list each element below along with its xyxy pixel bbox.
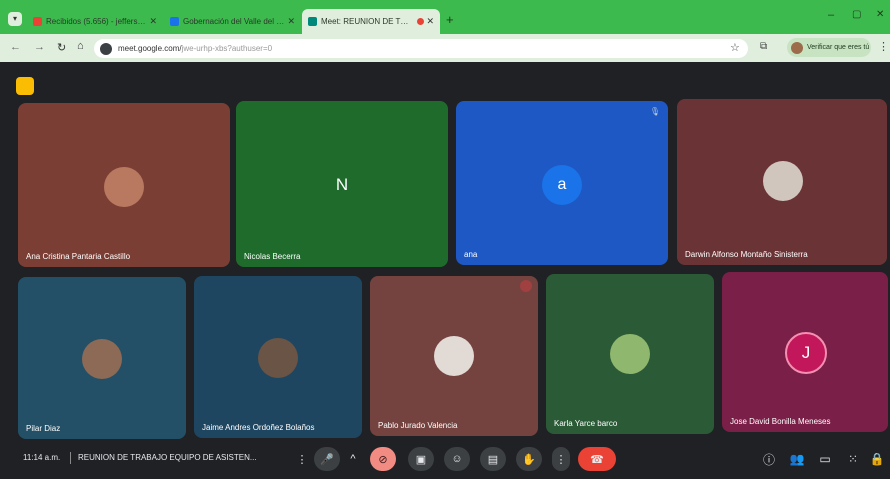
close-icon[interactable]: ✕ bbox=[287, 16, 295, 27]
close-icon[interactable]: ✕ bbox=[426, 16, 434, 27]
tab-label: Gobernación del Valle del Cauca bbox=[183, 17, 287, 26]
meet-logo-icon bbox=[16, 77, 34, 95]
participant-name: Darwin Alfonso Montaño Sinisterra bbox=[685, 250, 808, 259]
mic-muted-icon: 🎙 bbox=[649, 107, 660, 116]
captions-icon: ▤ bbox=[487, 453, 499, 466]
reactions-button[interactable]: ☺ bbox=[444, 447, 470, 471]
participant-tile[interactable]: Jaime Andres Ordoñez Bolaños bbox=[194, 276, 362, 438]
recording-icon bbox=[417, 18, 424, 25]
audio-options-icon[interactable]: ⋮ bbox=[295, 447, 309, 471]
participant-name: Jose David Bonilla Meneses bbox=[730, 417, 831, 426]
meeting-title: REUNION DE TRABAJO EQUIPO DE ASISTEN... bbox=[78, 453, 257, 462]
participant-tile[interactable]: N Nicolas Becerra bbox=[236, 101, 448, 267]
activities-icon[interactable]: ⁙ bbox=[842, 447, 864, 471]
participant-photo bbox=[763, 161, 803, 201]
participant-tile[interactable]: Pablo Jurado Valencia bbox=[370, 276, 538, 436]
meet-icon bbox=[308, 17, 317, 26]
meeting-time: 11:14 a.m. bbox=[23, 453, 61, 462]
profile-button[interactable]: Verificar que eres tú bbox=[787, 38, 871, 57]
profile-label: Verificar que eres tú bbox=[807, 44, 870, 51]
tab-label: Recibidos (5.656) - jefferson@... bbox=[46, 17, 149, 26]
participant-photo bbox=[258, 338, 298, 378]
extensions-icon[interactable]: ⧉ bbox=[760, 41, 767, 52]
participant-photo bbox=[104, 167, 144, 207]
tab-gobernacion[interactable]: Gobernación del Valle del Cauca ✕ bbox=[164, 9, 301, 34]
more-icon: ⋮ bbox=[555, 453, 567, 466]
site-info-icon[interactable] bbox=[100, 42, 112, 55]
participant-name: Jaime Andres Ordoñez Bolaños bbox=[202, 423, 315, 432]
more-options-button[interactable]: ⋮ bbox=[552, 447, 570, 471]
host-controls-icon[interactable]: 🔒 bbox=[866, 447, 888, 471]
participant-avatar: N bbox=[335, 175, 349, 194]
participant-name: ana bbox=[464, 250, 478, 259]
leave-call-button[interactable]: ☎ bbox=[578, 447, 616, 471]
camera-off-icon: ⊘ bbox=[378, 453, 388, 466]
address-bar[interactable]: meet.google.com/ jwe-urhp-xbs?authuser=0 bbox=[94, 39, 748, 58]
divider bbox=[70, 452, 71, 464]
participant-photo bbox=[82, 339, 122, 379]
maximize-icon[interactable]: ▢ bbox=[852, 9, 861, 20]
tab-meet[interactable]: Meet: REUNION DE TRAB... ✕ bbox=[302, 9, 440, 34]
tab-label: Meet: REUNION DE TRAB... bbox=[321, 17, 413, 26]
browser-menu-icon[interactable]: ⋮ bbox=[878, 40, 889, 53]
close-icon[interactable]: ✕ bbox=[149, 16, 157, 27]
tab-search-button[interactable]: ▾ bbox=[8, 12, 22, 26]
forward-icon[interactable]: → bbox=[34, 41, 45, 53]
participant-tile[interactable]: Pilar Diaz bbox=[18, 277, 186, 439]
video-options-icon[interactable]: ^ bbox=[346, 447, 360, 471]
participant-tile[interactable]: Darwin Alfonso Montaño Sinisterra bbox=[677, 99, 887, 265]
mic-icon: 🎤 bbox=[320, 453, 334, 466]
meeting-info-icon[interactable]: ⓘ bbox=[758, 447, 780, 471]
avatar bbox=[791, 41, 803, 54]
emoji-icon: ☺ bbox=[451, 453, 463, 465]
back-icon[interactable]: ← bbox=[10, 41, 21, 53]
mic-muted-icon bbox=[520, 280, 532, 292]
url-host: meet.google.com/ bbox=[118, 44, 182, 53]
tab-gmail[interactable]: Recibidos (5.656) - jefferson@... ✕ bbox=[27, 9, 163, 34]
url-path: jwe-urhp-xbs?authuser=0 bbox=[181, 44, 273, 53]
participant-tile[interactable]: J Jose David Bonilla Meneses bbox=[722, 272, 888, 432]
captions-button[interactable]: ▤ bbox=[480, 447, 506, 471]
participant-tile[interactable]: Ana Cristina Pantaria Castillo bbox=[18, 103, 230, 267]
participant-name: Ana Cristina Pantaria Castillo bbox=[26, 252, 131, 261]
participant-tile[interactable]: a ana 🎙 bbox=[456, 101, 668, 265]
gmail-icon bbox=[33, 17, 42, 26]
minimize-icon[interactable]: – bbox=[828, 9, 834, 21]
participant-name: Nicolas Becerra bbox=[244, 252, 301, 261]
home-icon[interactable]: ⌂ bbox=[77, 40, 84, 52]
participant-avatar: a bbox=[542, 165, 582, 205]
participant-photo bbox=[434, 336, 474, 376]
hang-up-icon: ☎ bbox=[590, 453, 604, 466]
raise-hand-button[interactable]: ✋ bbox=[516, 447, 542, 471]
present-screen-icon: ▣ bbox=[415, 453, 427, 466]
browser-tab-bar: ▾ Recibidos (5.656) - jefferson@... ✕ Go… bbox=[0, 0, 890, 34]
hand-icon: ✋ bbox=[522, 453, 536, 466]
site-icon bbox=[170, 17, 179, 26]
participant-name: Karla Yarce barco bbox=[554, 419, 618, 428]
present-button[interactable]: ▣ bbox=[408, 447, 434, 471]
window-close-icon[interactable]: ✕ bbox=[876, 9, 884, 20]
camera-off-button[interactable]: ⊘ bbox=[370, 447, 396, 471]
participant-avatar: J bbox=[785, 332, 827, 374]
chat-icon[interactable]: ▭ bbox=[814, 447, 836, 471]
new-tab-icon[interactable]: + bbox=[446, 12, 454, 27]
bookmark-star-icon[interactable]: ☆ bbox=[730, 41, 740, 54]
reload-icon[interactable]: ↻ bbox=[57, 41, 66, 54]
participant-tile[interactable]: Karla Yarce barco bbox=[546, 274, 714, 434]
participant-name: Pablo Jurado Valencia bbox=[378, 421, 458, 430]
people-icon[interactable]: 👥 bbox=[786, 447, 808, 471]
mic-button[interactable]: 🎤 bbox=[314, 447, 340, 471]
participant-photo bbox=[610, 334, 650, 374]
participant-name: Pilar Diaz bbox=[26, 424, 61, 433]
